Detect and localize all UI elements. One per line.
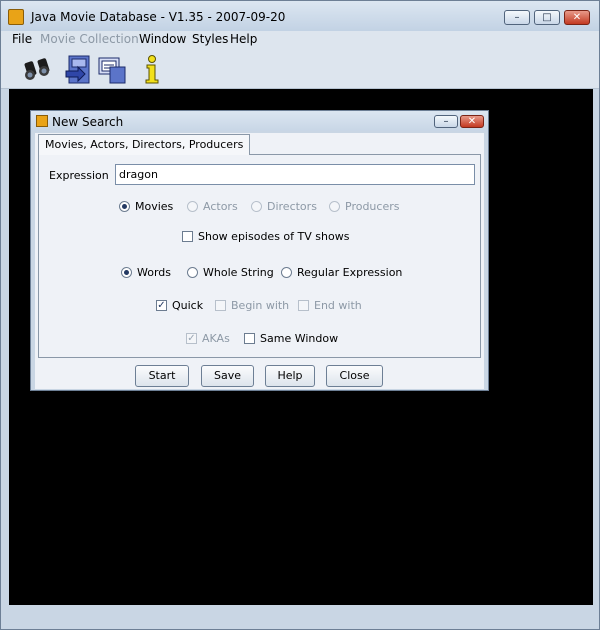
end-with-checkbox[interactable]: End with	[298, 299, 362, 312]
menu-file[interactable]: File	[12, 32, 32, 46]
checkbox-indicator	[215, 299, 226, 311]
menu-styles[interactable]: Styles	[192, 32, 228, 46]
dialog-close-button[interactable]: ✕	[460, 115, 484, 128]
app-icon	[8, 9, 24, 25]
radio-words[interactable]: Words	[121, 266, 171, 279]
dialog-minimize-button[interactable]: –	[434, 115, 458, 128]
close-icon: ✕	[467, 116, 477, 127]
radio-actors[interactable]: Actors	[187, 200, 238, 213]
dialog-app-icon	[36, 115, 48, 127]
tab-movies-actors-directors-producers[interactable]: Movies, Actors, Directors, Producers	[38, 134, 251, 155]
about-tool-button[interactable]	[136, 53, 168, 85]
quick-checkbox[interactable]: ✓ Quick	[156, 299, 203, 312]
radio-indicator	[251, 200, 262, 212]
minimize-icon: –	[514, 12, 520, 23]
checkbox-indicator: ✓	[186, 332, 197, 344]
database-import-icon	[65, 55, 90, 84]
export-tool-button[interactable]	[96, 53, 128, 85]
radio-indicator	[121, 266, 132, 278]
radio-whole-string[interactable]: Whole String	[187, 266, 274, 279]
begin-with-checkbox[interactable]: Begin with	[215, 299, 289, 312]
search-tool-button[interactable]	[22, 53, 54, 85]
radio-indicator	[119, 200, 130, 212]
menu-window[interactable]: Window	[139, 32, 186, 46]
save-button[interactable]: Save	[201, 365, 254, 387]
radio-regular-expression[interactable]: Regular Expression	[281, 266, 402, 279]
title-bar[interactable]: Java Movie Database - V1.35 - 2007-09-20…	[1, 1, 599, 31]
binoculars-icon	[24, 58, 50, 80]
radio-indicator	[187, 200, 198, 212]
checkbox-indicator	[298, 299, 309, 311]
dialog-content: Movies, Actors, Directors, Producers Exp…	[35, 133, 484, 389]
new-search-dialog: New Search – ✕ Movies, Actors, Directors…	[30, 110, 489, 391]
tab-panel: Expression Movies Actors Directors Produ…	[38, 154, 481, 358]
radio-indicator	[187, 266, 198, 278]
radio-producers[interactable]: Producers	[329, 200, 399, 213]
info-icon	[145, 55, 159, 84]
dialog-title-bar[interactable]: New Search – ✕	[31, 111, 488, 131]
radio-movies[interactable]: Movies	[119, 200, 173, 213]
menu-movie-collection[interactable]: Movie Collection	[40, 32, 139, 46]
database-export-icon	[98, 57, 126, 84]
akas-checkbox[interactable]: ✓ AKAs	[186, 332, 230, 345]
radio-indicator	[329, 200, 340, 212]
minimize-icon: –	[443, 116, 449, 127]
radio-directors[interactable]: Directors	[251, 200, 317, 213]
checkbox-indicator: ✓	[156, 299, 167, 311]
maximize-icon: □	[542, 12, 552, 23]
checkbox-indicator	[244, 332, 255, 344]
show-episodes-checkbox[interactable]: Show episodes of TV shows	[182, 230, 349, 243]
close-icon: ✕	[572, 12, 582, 23]
menu-help[interactable]: Help	[230, 32, 257, 46]
same-window-checkbox[interactable]: Same Window	[244, 332, 338, 345]
dialog-title: New Search	[52, 115, 124, 129]
close-window-button[interactable]: ✕	[564, 10, 590, 25]
start-button[interactable]: Start	[135, 365, 189, 387]
maximize-button[interactable]: □	[534, 10, 560, 25]
expression-label: Expression	[49, 169, 109, 182]
help-button[interactable]: Help	[265, 365, 315, 387]
window-title: Java Movie Database - V1.35 - 2007-09-20	[31, 10, 286, 24]
checkbox-indicator	[182, 230, 193, 242]
minimize-button[interactable]: –	[504, 10, 530, 25]
radio-indicator	[281, 266, 292, 278]
import-tool-button[interactable]	[63, 53, 95, 85]
close-button[interactable]: Close	[326, 365, 383, 387]
main-window: Java Movie Database - V1.35 - 2007-09-20…	[0, 0, 600, 630]
expression-input[interactable]	[115, 164, 475, 185]
